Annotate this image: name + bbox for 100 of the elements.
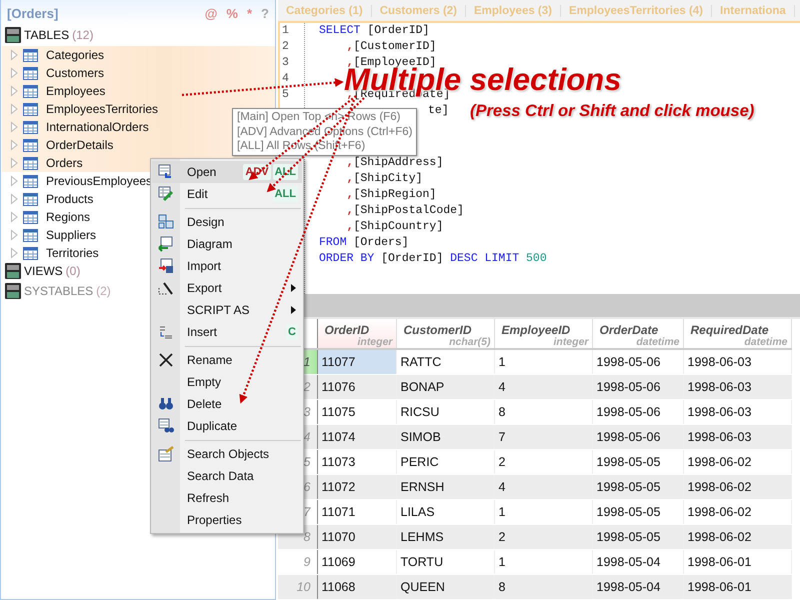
table-arrow-icon xyxy=(158,258,174,274)
sql-keyword: DESC LIMIT xyxy=(450,251,520,268)
rename-icon xyxy=(158,324,174,340)
expand-icon xyxy=(10,103,19,115)
table-icon xyxy=(23,120,38,134)
shortcut-badge: C xyxy=(286,324,298,340)
menu-item[interactable]: Search Data xyxy=(152,465,302,487)
diagram-icon xyxy=(158,214,174,230)
tree-category[interactable]: TABLES (12) xyxy=(1,26,94,44)
sql-keyword: FROM xyxy=(319,235,347,252)
column-header[interactable]: RequiredDate datetime xyxy=(683,319,791,349)
expand-icon xyxy=(10,85,19,97)
code-comma: , xyxy=(346,55,354,70)
expand-icon xyxy=(10,121,19,133)
table-cell: ERNSH xyxy=(396,474,494,500)
code-comma: , xyxy=(346,219,354,236)
code-text: [ShipCountry] xyxy=(354,219,444,236)
code-text: [Orders] xyxy=(354,235,409,252)
table-arrow-icon xyxy=(158,164,174,180)
table-cell: 1998-06-02 xyxy=(683,474,791,500)
table-icon xyxy=(23,156,38,170)
expand-icon xyxy=(10,157,19,169)
shortcut-badge: ALL xyxy=(272,186,298,202)
cross-icon xyxy=(158,352,174,368)
table-cell: 2 xyxy=(494,524,592,550)
menu-item[interactable]: Import xyxy=(152,255,302,277)
code-comma: , xyxy=(346,203,354,220)
code-comma: , xyxy=(346,187,354,204)
sql-keyword: ORDER BY xyxy=(319,251,374,268)
database-icon xyxy=(5,27,21,43)
column-header[interactable]: OrderDate datetime xyxy=(592,319,683,349)
line-number: 5 xyxy=(282,88,289,102)
menu-item[interactable]: Refresh xyxy=(152,487,302,509)
table-icon xyxy=(23,210,38,224)
menu-item[interactable]: Edit ALL xyxy=(152,183,302,205)
tree-item[interactable]: Regions xyxy=(2,208,90,226)
table-cell: 11077 xyxy=(317,349,396,374)
expand-icon xyxy=(10,247,19,259)
menu-item[interactable]: Duplicate xyxy=(152,415,302,437)
table-cell: 11076 xyxy=(317,374,396,400)
code-text: [OrderID] xyxy=(367,23,430,40)
line-number: 3 xyxy=(282,56,289,70)
menu-item[interactable]: SCRIPT AS xyxy=(152,299,302,321)
properties-icon xyxy=(158,446,174,462)
menu-item[interactable]: Diagram xyxy=(152,233,302,255)
table-icon xyxy=(23,84,38,98)
table-cell: BONAP xyxy=(396,374,494,400)
menu-item[interactable]: Insert C xyxy=(152,321,302,343)
code-text: [ShipAddress] xyxy=(354,155,444,172)
table-cell: 11070 xyxy=(317,524,396,550)
table-cell: 8 xyxy=(494,574,592,600)
menu-item[interactable]: Design xyxy=(152,211,302,233)
table-cell: 4 xyxy=(494,374,592,400)
table-binoculars-icon xyxy=(158,418,174,434)
panel-title: [Orders] xyxy=(7,6,58,20)
tree-category[interactable]: VIEWS (0) xyxy=(1,262,80,280)
tree-item[interactable]: PreviousEmployees xyxy=(2,172,152,190)
expand-icon xyxy=(10,193,19,205)
code-text: [CustomerID] xyxy=(354,39,436,56)
table-cell: 11072 xyxy=(317,474,396,500)
table-cell: 1998-05-05 xyxy=(592,474,683,500)
table-icon xyxy=(23,48,38,62)
table-cell: LEHMS xyxy=(396,524,494,550)
table-cell: 7 xyxy=(494,424,592,450)
menu-item[interactable]: Rename xyxy=(152,349,302,371)
number-literal: 500 xyxy=(526,251,547,268)
table-cell: 1998-05-05 xyxy=(592,524,683,550)
column-header[interactable]: OrderID integer xyxy=(317,319,396,349)
code-comma: , xyxy=(346,39,354,56)
table-cell: 1998-06-03 xyxy=(683,374,791,400)
menu-item[interactable]: Delete xyxy=(152,393,302,415)
column-header[interactable]: CustomerID nchar(5) xyxy=(396,319,494,349)
menu-item[interactable]: Empty xyxy=(152,371,302,393)
menu-item[interactable]: Search Objects xyxy=(152,443,302,465)
line-number: 1 xyxy=(282,24,289,38)
sql-keyword: SELECT xyxy=(319,23,360,40)
table-icon xyxy=(23,246,38,260)
code-text: [ShipPostalCode] xyxy=(354,203,464,220)
expand-icon xyxy=(10,67,19,79)
tree-item[interactable]: Territories xyxy=(2,244,99,262)
database-icon xyxy=(5,283,21,299)
column-header[interactable]: EmployeeID integer xyxy=(494,319,592,349)
expand-icon xyxy=(10,175,19,187)
table-cell: 1998-05-04 xyxy=(592,574,683,600)
table-icon xyxy=(23,174,38,188)
menu-item[interactable]: Export xyxy=(152,277,302,299)
line-number: 2 xyxy=(282,40,289,54)
table-cell: 1998-05-06 xyxy=(592,424,683,450)
pen-icon xyxy=(158,280,174,296)
table-cell: 1998-06-01 xyxy=(683,574,791,600)
table-icon xyxy=(23,228,38,242)
table-cell: 1998-06-02 xyxy=(683,524,791,550)
annotation-hint: (Press Ctrl or Shift and click mouse) xyxy=(470,101,754,121)
table-cell: 11074 xyxy=(317,424,396,450)
table-icon xyxy=(23,66,38,80)
tree-item[interactable]: Suppliers xyxy=(2,226,96,244)
code-text: [OrderID] xyxy=(381,251,444,268)
table-pen-icon xyxy=(158,186,174,202)
tree-item[interactable]: Products xyxy=(2,190,94,208)
tree-item[interactable]: OrderDetails xyxy=(2,136,114,154)
